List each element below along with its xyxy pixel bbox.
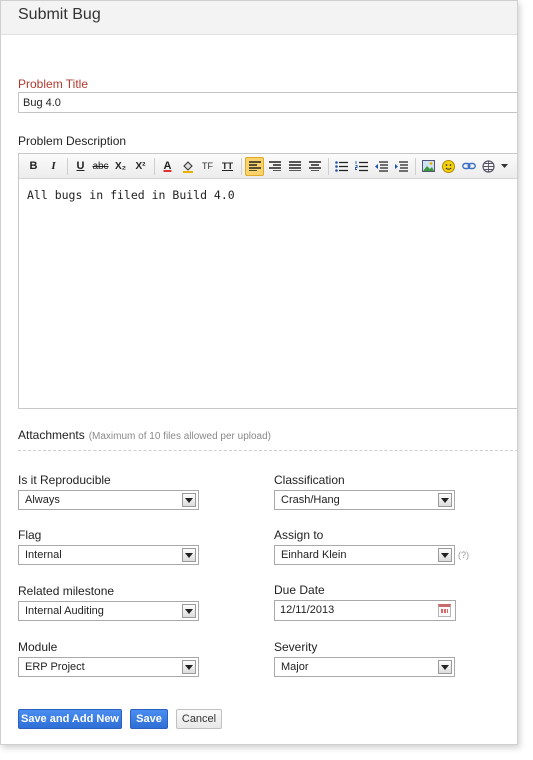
milestone-value: Internal Auditing bbox=[25, 605, 104, 617]
reproducible-label: Is it Reproducible bbox=[18, 473, 111, 487]
underline-button[interactable]: U bbox=[71, 157, 90, 176]
chevron-down-icon bbox=[182, 548, 196, 562]
font-color-button[interactable]: A bbox=[158, 157, 177, 176]
severity-value: Major bbox=[281, 661, 309, 673]
problem-title-label: Problem Title bbox=[18, 77, 89, 91]
reproducible-select[interactable]: Always bbox=[18, 490, 199, 510]
numbered-list-icon[interactable] bbox=[352, 157, 371, 176]
flag-select[interactable]: Internal bbox=[18, 545, 199, 565]
description-text[interactable]: All bugs in filed in Build 4.0 bbox=[19, 179, 517, 211]
cancel-button[interactable]: Cancel bbox=[176, 709, 222, 729]
subscript-button[interactable]: X₂ bbox=[111, 157, 130, 176]
italic-button[interactable]: I bbox=[44, 157, 63, 176]
align-justify-icon[interactable] bbox=[285, 157, 304, 176]
section-divider bbox=[18, 450, 517, 451]
text-size-button[interactable]: TT bbox=[218, 157, 237, 176]
save-button[interactable]: Save bbox=[130, 709, 168, 729]
severity-label: Severity bbox=[274, 640, 318, 654]
superscript-button[interactable]: X² bbox=[131, 157, 150, 176]
strikethrough-button[interactable]: abc bbox=[91, 157, 110, 176]
save-and-add-new-button[interactable]: Save and Add New bbox=[18, 709, 122, 729]
link-icon[interactable] bbox=[459, 157, 478, 176]
outdent-icon[interactable] bbox=[372, 157, 391, 176]
assign-to-value: Einhard Klein bbox=[281, 549, 347, 561]
chevron-down-icon bbox=[182, 660, 196, 674]
module-label: Module bbox=[18, 640, 58, 654]
chevron-down-icon bbox=[438, 493, 452, 507]
align-left-icon[interactable] bbox=[245, 156, 264, 176]
smiley-icon[interactable] bbox=[439, 157, 458, 176]
attachments-label: Attachments bbox=[18, 428, 85, 442]
toolbar-separator bbox=[67, 157, 68, 175]
assign-to-label: Assign to bbox=[274, 528, 324, 542]
attachments-hint: (Maximum of 10 files allowed per upload) bbox=[88, 431, 272, 442]
highlight-color-icon[interactable] bbox=[178, 157, 197, 176]
due-date-value: 12/11/2013 bbox=[280, 604, 335, 616]
more-options-icon[interactable] bbox=[499, 157, 509, 176]
problem-title-input[interactable] bbox=[18, 92, 517, 113]
description-editor: B I U abc X₂ X² A TF TT All bugs in file… bbox=[18, 153, 517, 409]
indent-icon[interactable] bbox=[392, 157, 411, 176]
chevron-down-icon bbox=[182, 604, 196, 618]
toolbar-separator bbox=[415, 157, 416, 175]
assign-to-select[interactable]: Einhard Klein bbox=[274, 545, 455, 565]
chevron-down-icon bbox=[182, 493, 196, 507]
milestone-label: Related milestone bbox=[18, 584, 115, 598]
align-center-icon[interactable] bbox=[305, 157, 324, 176]
toolbar-separator bbox=[328, 157, 329, 175]
flag-label: Flag bbox=[18, 528, 42, 542]
flag-value: Internal bbox=[25, 549, 62, 561]
chevron-down-icon bbox=[438, 548, 452, 562]
editor-toolbar: B I U abc X₂ X² A TF TT bbox=[19, 154, 517, 179]
toolbar-separator bbox=[154, 157, 155, 175]
classification-select[interactable]: Crash/Hang bbox=[274, 490, 455, 510]
due-date-label: Due Date bbox=[274, 583, 325, 597]
align-right-icon[interactable] bbox=[265, 157, 284, 176]
bold-button[interactable]: B bbox=[24, 157, 43, 176]
chevron-down-icon bbox=[438, 660, 452, 674]
table-icon[interactable] bbox=[479, 157, 498, 176]
due-date-input[interactable]: 12/11/2013 bbox=[274, 600, 456, 621]
severity-select[interactable]: Major bbox=[274, 657, 455, 677]
module-select[interactable]: ERP Project bbox=[18, 657, 199, 677]
problem-description-label: Problem Description bbox=[18, 134, 127, 148]
toolbar-separator bbox=[241, 157, 242, 175]
reproducible-value: Always bbox=[25, 494, 60, 506]
page-title: Submit Bug bbox=[18, 6, 101, 23]
attachments-section: Attachments (Maximum of 10 files allowed … bbox=[18, 428, 271, 442]
classification-value: Crash/Hang bbox=[281, 494, 340, 506]
assign-help-link[interactable]: (?) bbox=[458, 550, 469, 560]
bullet-list-icon[interactable] bbox=[332, 157, 351, 176]
milestone-select[interactable]: Internal Auditing bbox=[18, 601, 199, 621]
insert-image-icon[interactable] bbox=[419, 157, 438, 176]
line-height-button[interactable]: TF bbox=[198, 157, 217, 176]
calendar-icon[interactable] bbox=[438, 604, 451, 617]
module-value: ERP Project bbox=[25, 661, 85, 673]
submit-bug-panel: Submit Bug Problem Title Problem Descrip… bbox=[0, 0, 518, 745]
classification-label: Classification bbox=[274, 473, 345, 487]
panel-header: Submit Bug bbox=[1, 1, 517, 35]
